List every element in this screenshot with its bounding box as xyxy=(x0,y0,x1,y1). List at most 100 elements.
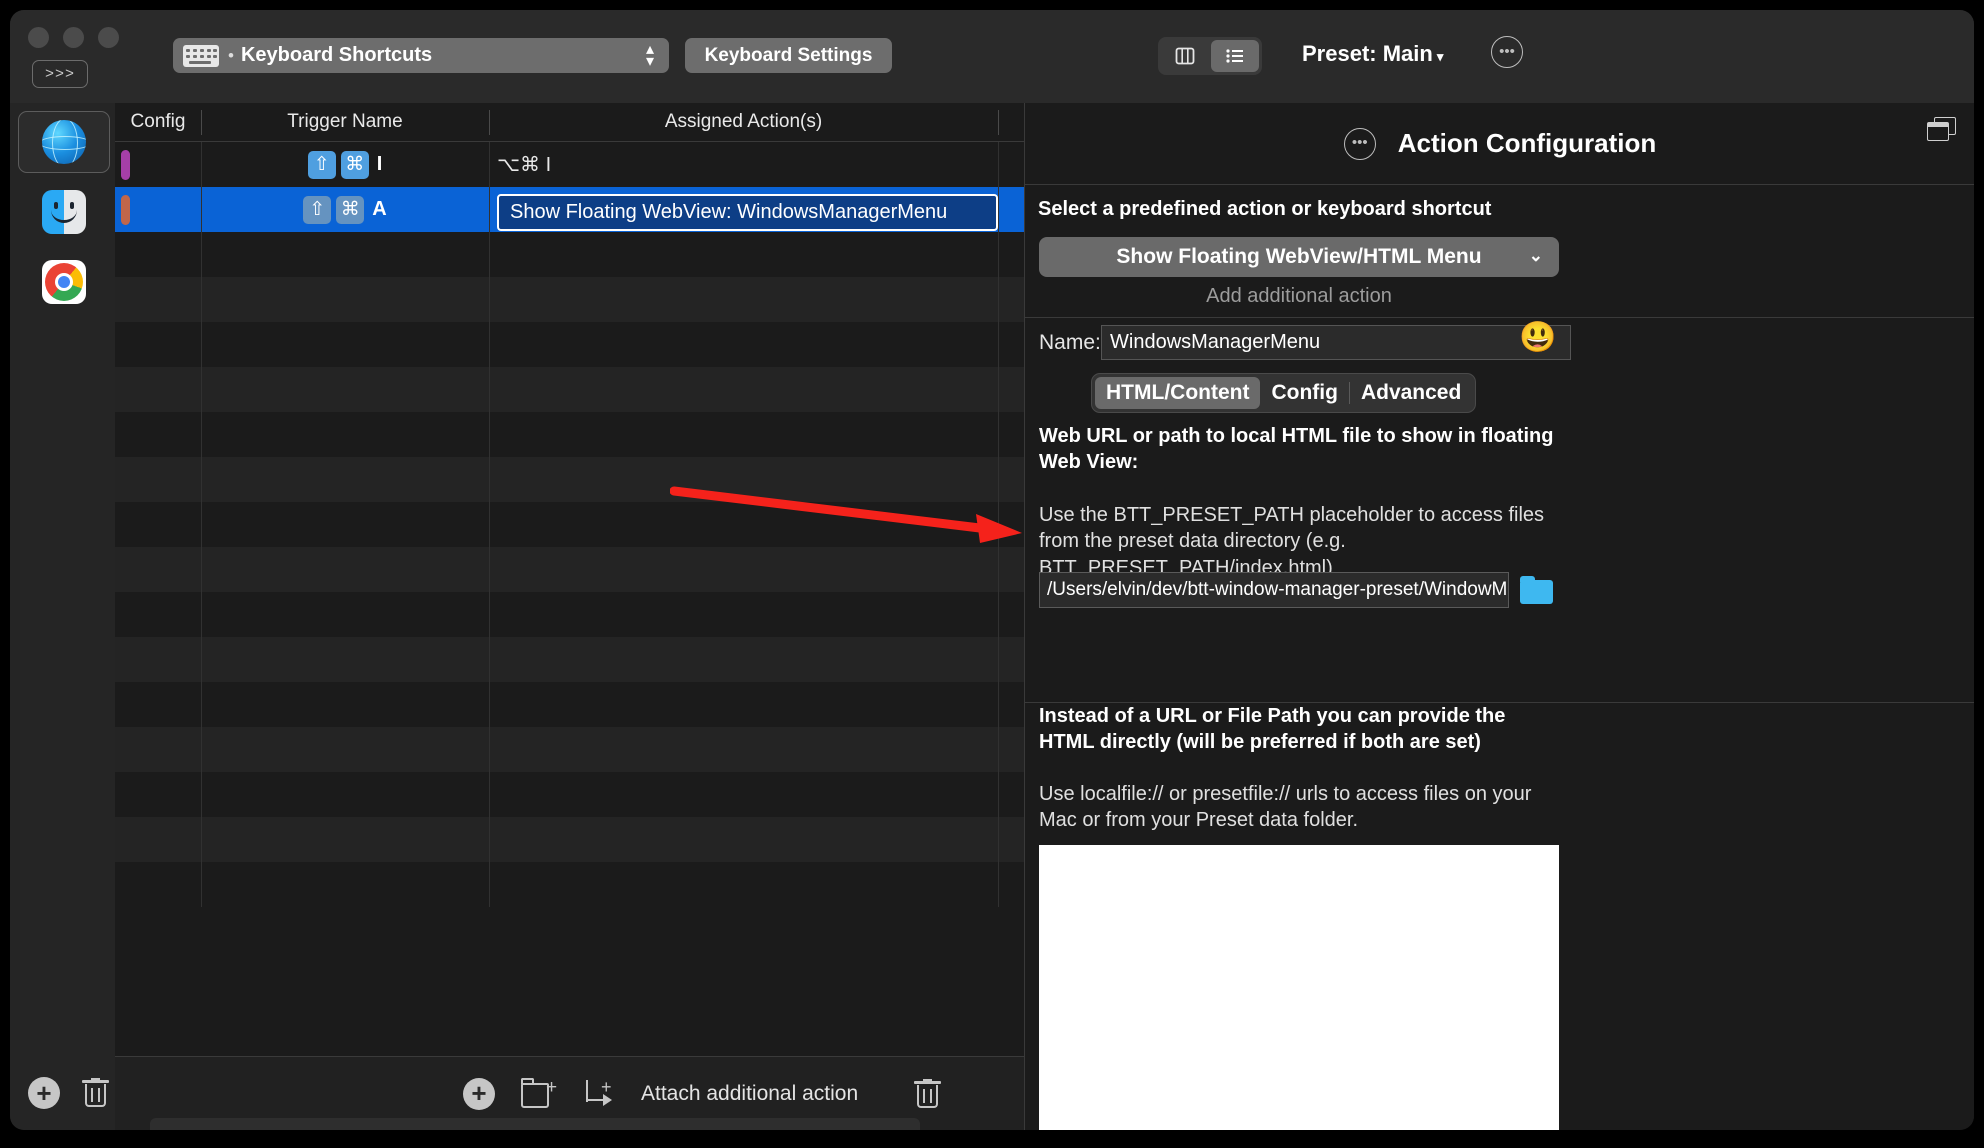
popup-bullet: • xyxy=(228,45,234,65)
tab-advanced[interactable]: Advanced xyxy=(1350,377,1472,409)
html-source-editor[interactable] xyxy=(1039,845,1559,1130)
table-row-empty[interactable] xyxy=(115,682,1024,727)
cell-extra xyxy=(998,457,1024,502)
cell-config xyxy=(115,502,201,547)
more-options-button[interactable]: ••• xyxy=(1491,36,1523,68)
direct-html-section: Instead of a URL or File Path you can pr… xyxy=(1025,703,1974,1130)
trigger-type-popup[interactable]: • Keyboard Shortcuts ▴ ▾ xyxy=(173,38,669,73)
attach-additional-action-icon[interactable]: + xyxy=(583,1078,615,1110)
zoom-button[interactable] xyxy=(98,27,119,48)
trigger-letter: A xyxy=(372,198,387,220)
table-row-empty[interactable] xyxy=(115,502,1024,547)
cell-trigger-name[interactable]: ⇧ ⌘ I xyxy=(201,142,489,187)
cell-trigger-name xyxy=(201,547,489,592)
close-button[interactable] xyxy=(28,27,49,48)
table-row[interactable]: ⇧ ⌘ I ⌥⌘ I xyxy=(115,142,1024,187)
table-row[interactable]: ⇧ ⌘ A Show Floating WebView: WindowsMana… xyxy=(115,187,1024,232)
new-folder-icon[interactable]: + xyxy=(521,1077,557,1110)
panel-more-button[interactable]: ••• xyxy=(1343,127,1376,160)
minimize-button[interactable] xyxy=(63,27,84,48)
cell-assigned-action xyxy=(489,547,998,592)
attach-additional-action-label[interactable]: Attach additional action xyxy=(641,1082,858,1106)
tab-config[interactable]: Config xyxy=(1260,377,1348,409)
table-row-empty[interactable] xyxy=(115,277,1024,322)
predefined-action-section: Select a predefined action or keyboard s… xyxy=(1025,185,1974,318)
cell-config xyxy=(115,772,201,817)
table-row-empty[interactable] xyxy=(115,862,1024,907)
table-row-empty[interactable] xyxy=(115,367,1024,412)
config-tabs: HTML/Content Config Advanced xyxy=(1091,373,1477,413)
trigger-letter: I xyxy=(376,153,383,175)
column-header-assigned-actions[interactable]: Assigned Action(s) xyxy=(489,103,998,142)
cell-config xyxy=(115,367,201,412)
table-row-empty[interactable] xyxy=(115,412,1024,457)
table-row-empty[interactable] xyxy=(115,457,1024,502)
cell-trigger-name xyxy=(201,592,489,637)
traffic-light-buttons[interactable] xyxy=(28,27,119,48)
cell-extra xyxy=(998,862,1024,907)
view-mode-segmented-control[interactable] xyxy=(1158,37,1262,75)
list-view-icon xyxy=(1226,49,1243,63)
action-type-dropdown[interactable]: Show Floating WebView/HTML Menu ⌄ xyxy=(1039,237,1559,277)
table-body: ⇧ ⌘ I ⌥⌘ I ⇧ ⌘ A Show Floating WebView: … xyxy=(115,142,1024,907)
column-header-trigger-name[interactable]: Trigger Name xyxy=(201,103,489,142)
assigned-action-editor[interactable]: Show Floating WebView: WindowsManagerMen… xyxy=(497,194,998,231)
cell-trigger-name[interactable]: ⇧ ⌘ A xyxy=(201,187,489,232)
cell-config xyxy=(115,457,201,502)
cell-config[interactable] xyxy=(115,187,201,232)
cell-assigned-action xyxy=(489,817,998,862)
name-field[interactable]: WindowsManagerMenu xyxy=(1101,325,1571,360)
add-trigger-button[interactable]: + xyxy=(463,1077,495,1110)
preset-menu-button[interactable]: Preset: Main ▾ xyxy=(1302,41,1443,67)
list-view-button[interactable] xyxy=(1211,40,1259,72)
cell-trigger-name xyxy=(201,817,489,862)
add-app-button[interactable]: + xyxy=(28,1077,60,1109)
delete-app-button[interactable] xyxy=(82,1078,109,1108)
folder-icon[interactable] xyxy=(1520,576,1554,604)
path-row: /Users/elvin/dev/btt-window-manager-pres… xyxy=(1039,572,1554,608)
sidebar-item-finder[interactable] xyxy=(18,181,110,243)
key-command-icon: ⌘ xyxy=(340,150,369,179)
table-row-empty[interactable] xyxy=(115,547,1024,592)
table-row-empty[interactable] xyxy=(115,592,1024,637)
popup-selected-label: Keyboard Shortcuts xyxy=(240,44,433,66)
delete-trigger-button[interactable] xyxy=(914,1078,942,1109)
windows-icon[interactable] xyxy=(1927,117,1957,143)
column-header-extra[interactable] xyxy=(998,103,1024,142)
emoji-picker-button[interactable]: 😃 xyxy=(1519,323,1556,353)
triggers-table: Config Trigger Name Assigned Action(s) ⇧… xyxy=(115,103,1024,1130)
table-row-empty[interactable] xyxy=(115,817,1024,862)
table-row-empty[interactable] xyxy=(115,322,1024,367)
table-row-empty[interactable] xyxy=(115,637,1024,682)
cell-config[interactable] xyxy=(115,142,201,187)
columns-view-button[interactable] xyxy=(1161,40,1209,72)
cell-assigned-action xyxy=(489,412,998,457)
action-configuration-panel: ••• Action Configuration Select a predef… xyxy=(1024,103,1974,1130)
prompt-toggle-button[interactable]: >>> xyxy=(32,60,88,88)
cell-assigned-action xyxy=(489,772,998,817)
cell-extra xyxy=(998,817,1024,862)
table-row-empty[interactable] xyxy=(115,772,1024,817)
sidebar-item-globe[interactable] xyxy=(18,111,110,173)
sidebar-item-chrome[interactable] xyxy=(18,251,110,313)
cell-config xyxy=(115,232,201,277)
cell-config xyxy=(115,682,201,727)
cell-trigger-name xyxy=(201,727,489,772)
cell-assigned-action xyxy=(489,682,998,727)
add-additional-action-link[interactable]: Add additional action xyxy=(1039,285,1559,308)
cell-assigned-action[interactable]: ⌥⌘ I xyxy=(489,142,998,187)
cell-extra xyxy=(998,232,1024,277)
chevron-down-icon: ▾ xyxy=(1436,49,1444,64)
column-header-config[interactable]: Config xyxy=(115,103,201,142)
table-row-empty[interactable] xyxy=(115,232,1024,277)
key-shift-icon: ⇧ xyxy=(307,150,336,179)
cell-extra xyxy=(998,142,1024,187)
preset-path-hint: Use the BTT_PRESET_PATH placeholder to a… xyxy=(1039,504,1545,579)
cell-extra xyxy=(998,412,1024,457)
html-path-input[interactable]: /Users/elvin/dev/btt-window-manager-pres… xyxy=(1039,572,1509,608)
keyboard-settings-button[interactable]: Keyboard Settings xyxy=(685,38,892,73)
table-row-empty[interactable] xyxy=(115,727,1024,772)
tab-html-content[interactable]: HTML/Content xyxy=(1095,377,1261,409)
cell-extra xyxy=(998,772,1024,817)
table-header-row: Config Trigger Name Assigned Action(s) xyxy=(115,103,1024,142)
